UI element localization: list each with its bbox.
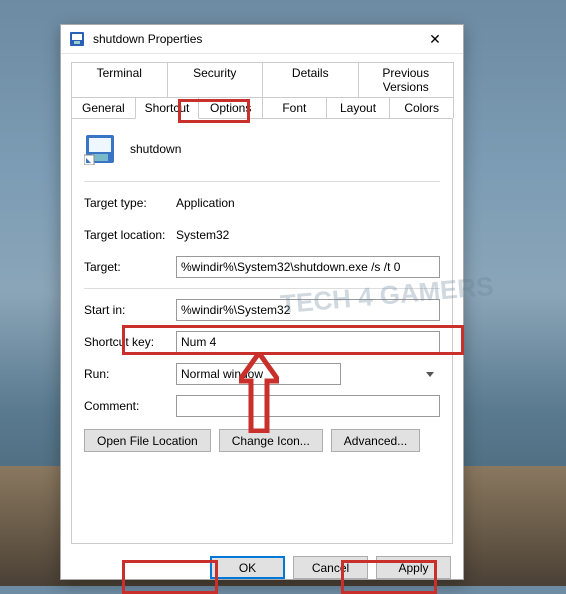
tab-row-1: Terminal Security Details Previous Versi… — [71, 62, 453, 97]
row-target: Target: — [84, 256, 440, 278]
tab-details[interactable]: Details — [262, 62, 359, 97]
row-start-in: Start in: — [84, 299, 440, 321]
label-shortcut-key: Shortcut key: — [84, 335, 176, 349]
select-run-wrap[interactable] — [176, 363, 440, 385]
label-run: Run: — [84, 367, 176, 381]
divider-1 — [84, 181, 440, 182]
row-target-type: Target type: Application — [84, 192, 440, 214]
open-file-location-button[interactable]: Open File Location — [84, 429, 211, 452]
tab-shortcut[interactable]: Shortcut — [135, 97, 200, 119]
divider-2 — [84, 288, 440, 289]
close-button[interactable]: ✕ — [415, 25, 455, 53]
window-title: shutdown Properties — [93, 32, 415, 46]
icon-row: shutdown — [84, 133, 440, 165]
tab-terminal[interactable]: Terminal — [71, 62, 168, 97]
shortcut-panel: shutdown Target type: Application Target… — [71, 118, 453, 544]
titlebar: shutdown Properties ✕ — [61, 25, 463, 54]
bottom-buttons: OK Cancel Apply — [61, 544, 463, 591]
row-target-location: Target location: System32 — [84, 224, 440, 246]
advanced-button[interactable]: Advanced... — [331, 429, 420, 452]
value-target-type: Application — [176, 196, 235, 210]
input-shortcut-key[interactable] — [176, 331, 440, 353]
shortcut-name: shutdown — [130, 142, 181, 156]
tabs-area: Terminal Security Details Previous Versi… — [61, 54, 463, 118]
input-start-in[interactable] — [176, 299, 440, 321]
label-comment: Comment: — [84, 399, 176, 413]
ok-button[interactable]: OK — [210, 556, 285, 579]
tab-font[interactable]: Font — [262, 97, 327, 118]
label-start-in: Start in: — [84, 303, 176, 317]
shortcut-icon — [84, 133, 116, 165]
input-target[interactable] — [176, 256, 440, 278]
label-target: Target: — [84, 260, 176, 274]
properties-dialog: shutdown Properties ✕ Terminal Security … — [60, 24, 464, 580]
tab-colors[interactable]: Colors — [389, 97, 454, 118]
cancel-button[interactable]: Cancel — [293, 556, 368, 579]
tab-security[interactable]: Security — [167, 62, 264, 97]
row-shortcut-key: Shortcut key: — [84, 331, 440, 353]
input-comment[interactable] — [176, 395, 440, 417]
titlebar-icon — [69, 31, 85, 47]
label-target-location: Target location: — [84, 228, 176, 242]
tab-previous-versions[interactable]: Previous Versions — [358, 62, 455, 97]
tab-row-2: General Shortcut Options Font Layout Col… — [71, 97, 453, 118]
value-target-location: System32 — [176, 228, 229, 242]
tab-general[interactable]: General — [71, 97, 136, 118]
label-target-type: Target type: — [84, 196, 176, 210]
tab-options[interactable]: Options — [198, 97, 263, 118]
apply-button[interactable]: Apply — [376, 556, 451, 579]
annotation-arrow-icon — [239, 353, 279, 436]
tab-layout[interactable]: Layout — [326, 97, 391, 118]
